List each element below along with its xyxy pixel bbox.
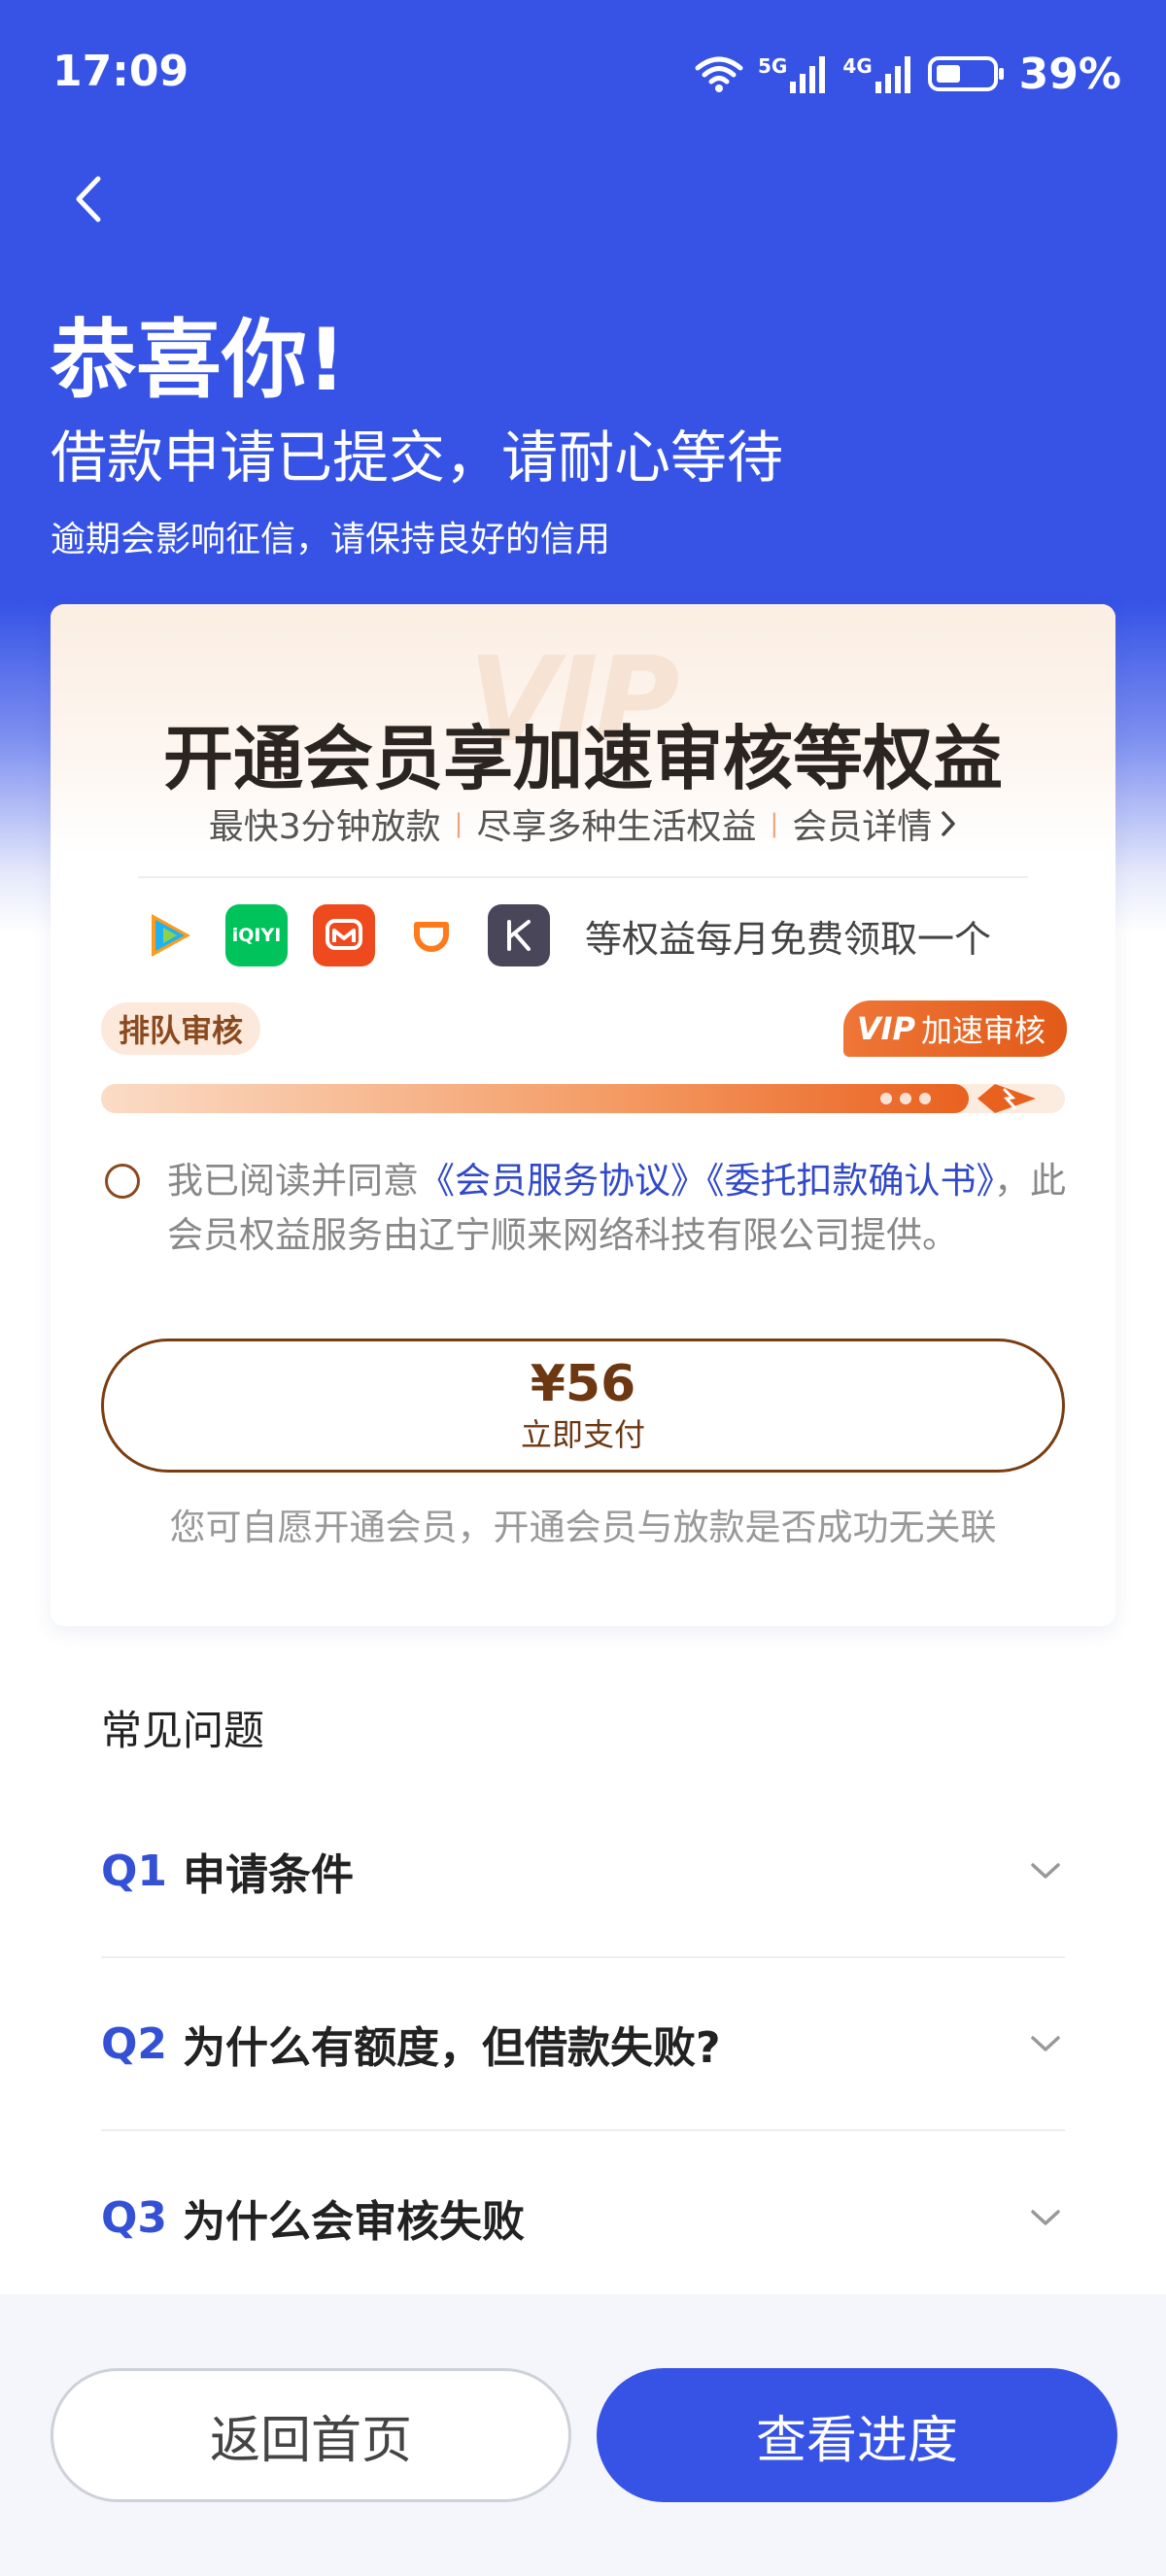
faq-title: 常见问题: [101, 1707, 265, 1754]
signal-icon: [874, 56, 910, 93]
review-progress-bar: [101, 1084, 1065, 1113]
signal-icon: [790, 56, 826, 93]
benefit-apps-row: iQIYI 等权益每月免费领取一个: [138, 903, 991, 967]
chevron-down-icon: [1026, 2198, 1065, 2237]
vip-card: VIP 开通会员享加速审核等权益 最快3分钟放款 | 尽享多种生活权益 | 会员…: [51, 604, 1115, 1626]
vip-fast-review-tag: VIP 加速审核: [842, 1000, 1067, 1057]
faq-number: Q2: [101, 2018, 168, 2069]
faq-item-q3[interactable]: Q3 为什么会审核失败: [101, 2131, 1065, 2304]
iqiyi-icon: iQIYI: [225, 904, 288, 966]
member-details-label: 会员详情: [792, 807, 933, 847]
faq-item-q1[interactable]: Q1 申请条件: [101, 1785, 1065, 1958]
kuaikan-icon: [488, 904, 550, 966]
review-progress-fill: [101, 1084, 969, 1113]
vip-fast-review-label: 加速审核: [920, 1012, 1046, 1049]
voluntary-note: 您可自愿开通会员，开通会员与放款是否成功无关联: [169, 1507, 997, 1548]
separator: |: [770, 809, 779, 838]
faq-question: 为什么有额度，但借款失败?: [183, 2023, 721, 2073]
divider: [138, 876, 1028, 878]
member-service-agreement-link[interactable]: 《会员服务协议》: [419, 1160, 706, 1202]
apps-monthly-text: 等权益每月免费领取一个: [585, 917, 992, 961]
back-button[interactable]: [58, 165, 117, 233]
rocket-icon: [977, 1084, 1036, 1113]
status-icons: 5G 4G 39%: [694, 47, 1121, 101]
status-time: 17:09: [52, 47, 189, 96]
queue-review-tag: 排队审核: [101, 1002, 261, 1055]
vip-benefits: 最快3分钟放款 | 尽享多种生活权益 | 会员详情: [51, 798, 1115, 849]
wifi-icon: [695, 56, 743, 92]
battery-icon: [927, 56, 1004, 91]
faq-question: 申请条件: [183, 1850, 355, 1900]
back-to-home-button[interactable]: 返回首页: [51, 2368, 571, 2502]
signal-4g: 4G: [842, 54, 913, 93]
vip-headline: 开通会员享加速审核等权益: [162, 718, 1003, 799]
iqiyi-label: iQIYI: [231, 925, 282, 946]
pay-label: 立即支付: [520, 1416, 645, 1453]
agreement-text: 我已阅读并同意《会员服务协议》《委托扣款确认书》，此会员权益服务由辽宁顺来网络科…: [167, 1154, 1080, 1263]
page-title: 恭喜你!: [51, 310, 347, 410]
pay-price: ¥56: [530, 1355, 636, 1413]
member-details-link[interactable]: 会员详情: [792, 798, 957, 849]
faq-number: Q1: [101, 1846, 168, 1896]
tencent-video-icon: [138, 904, 200, 966]
chevron-down-icon: [1026, 2024, 1065, 2063]
benefit-fast-loan: 最快3分钟放款: [208, 807, 441, 847]
chevron-down-icon: [1026, 1851, 1065, 1890]
status-bar: 17:09 5G 4G 39%: [0, 0, 1166, 146]
signal-5g: 5G: [758, 54, 829, 93]
view-progress-button[interactable]: 查看进度: [597, 2368, 1117, 2502]
credit-note: 逾期会影响征信，请保持良好的信用: [51, 520, 611, 559]
agreement-checkbox[interactable]: [105, 1164, 140, 1199]
network-5g-label: 5G: [757, 54, 788, 78]
chevron-right-icon: [942, 811, 955, 836]
faq-number: Q3: [101, 2192, 168, 2243]
pay-now-button[interactable]: ¥56 立即支付: [101, 1339, 1065, 1473]
separator: |: [454, 809, 463, 838]
agreement-prefix: 我已阅读并同意: [167, 1160, 419, 1202]
battery-percent: 39%: [1018, 49, 1121, 99]
vip-logo: VIP: [856, 1010, 915, 1047]
faq-question: 为什么会审核失败: [183, 2197, 526, 2247]
faq-item-q2[interactable]: Q2 为什么有额度，但借款失败?: [101, 1958, 1065, 2131]
chevron-left-icon: [76, 176, 101, 222]
didi-icon: [400, 904, 463, 966]
page-subtitle: 借款申请已提交，请耐心等待: [51, 424, 784, 491]
mango-tv-icon: [313, 904, 375, 966]
benefit-life: 尽享多种生活权益: [476, 807, 757, 847]
network-4g-label: 4G: [842, 54, 873, 78]
debit-authorization-link[interactable]: 《委托扣款确认书》: [706, 1160, 994, 1202]
progress-dots: [880, 1093, 931, 1104]
